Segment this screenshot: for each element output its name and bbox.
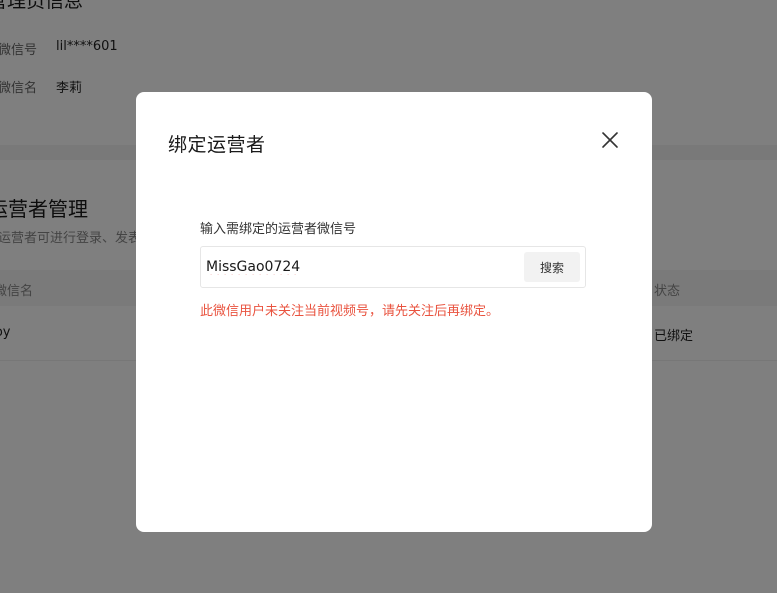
close-button[interactable] — [599, 129, 621, 151]
search-box: 搜索 — [200, 246, 586, 288]
error-message: 此微信用户未关注当前视频号，请先关注后再绑定。 — [200, 304, 500, 319]
bind-operator-dialog: 绑定运营者 输入需绑定的运营者微信号 搜索 此微信用户未关注当前视频号，请先关注… — [136, 92, 652, 532]
dialog-title: 绑定运营者 — [168, 134, 266, 156]
search-button[interactable]: 搜索 — [524, 252, 580, 282]
close-icon — [602, 132, 618, 148]
wechat-id-input[interactable] — [201, 247, 511, 287]
wechat-id-field-label: 输入需绑定的运营者微信号 — [200, 222, 357, 237]
